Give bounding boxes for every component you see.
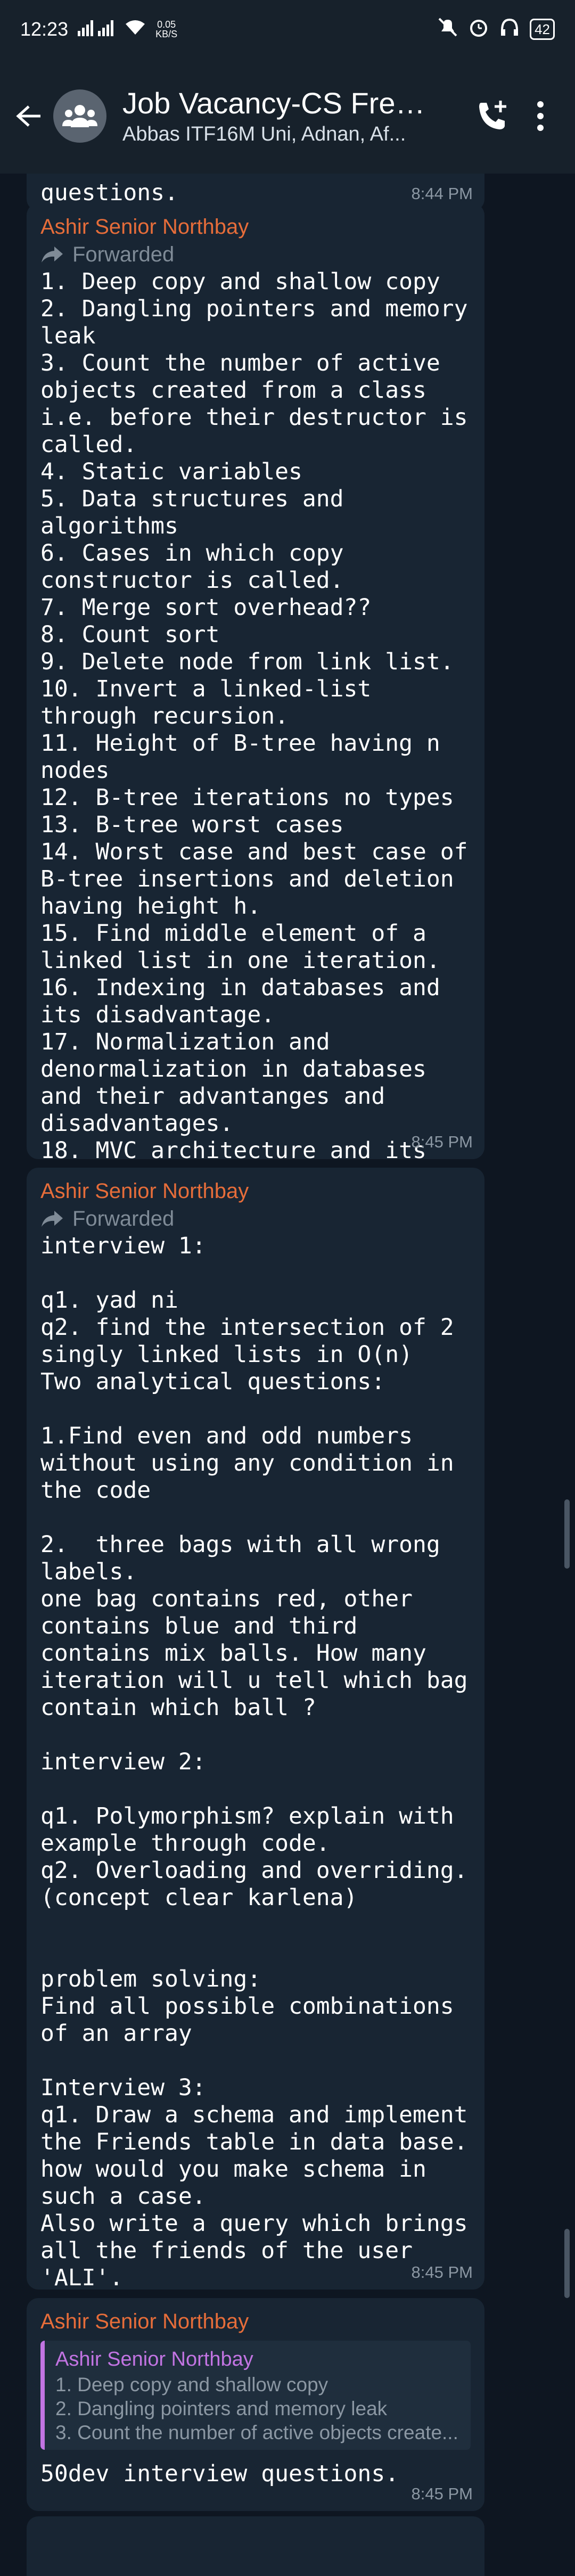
message-time: 8:45 PM — [411, 1133, 473, 1151]
signal-icon — [78, 18, 115, 41]
forwarded-text: Forwarded — [72, 1207, 175, 1230]
reply-accent-bar — [40, 2341, 45, 2450]
reply-line: 3. Count the number of active objects cr… — [55, 2422, 458, 2443]
reply-line: 2. Dangling pointers and memory leak — [55, 2398, 388, 2419]
chat-title-block[interactable]: Job Vacancy-CS Fres... Abbas ITF16M Uni,… — [122, 85, 469, 147]
forwarded-text: Forwarded — [72, 243, 175, 266]
scrollbar-thumb[interactable] — [564, 2229, 570, 2298]
reply-preview[interactable]: Ashir Senior Northbay 1. Deep copy and s… — [40, 2341, 471, 2450]
message-time: 8:44 PM — [411, 184, 473, 203]
more-options-button[interactable] — [516, 92, 564, 140]
status-right: 42 — [437, 17, 555, 43]
status-time: 12:23 — [20, 18, 69, 40]
arrow-left-icon — [16, 105, 40, 127]
forwarded-label: Forwarded — [40, 241, 471, 268]
reply-body: Ashir Senior Northbay 1. Deep copy and s… — [45, 2341, 469, 2450]
chat-header: Job Vacancy-CS Fres... Abbas ITF16M Uni,… — [0, 59, 575, 174]
group-avatar[interactable] — [53, 89, 106, 143]
message-bubble[interactable] — [27, 2516, 484, 2576]
forward-icon — [42, 247, 63, 262]
forward-icon — [42, 1211, 63, 1227]
message-sender[interactable]: Ashir Senior Northbay — [40, 2308, 471, 2335]
chat-title: Job Vacancy-CS Fres... — [122, 86, 426, 120]
headphones-icon — [499, 17, 520, 43]
reply-line: 1. Deep copy and shallow copy — [55, 2374, 328, 2395]
message-text: interview 1: q1. yad ni q2. find the int… — [40, 1233, 468, 2481]
message-bubble[interactable]: Ashir Senior Northbay Forwarded 1. Deep … — [27, 203, 484, 1463]
status-left: 12:23 0.05 KB/S — [20, 18, 177, 41]
message-time: 8:45 PM — [411, 2263, 473, 2282]
message-bubble[interactable]: Ashir Senior Northbay Forwarded intervie… — [27, 1168, 484, 2481]
back-button[interactable] — [11, 97, 48, 135]
message-text: A candidate's Devsinc interview question… — [40, 174, 468, 206]
message-bubble[interactable]: Ashir Senior Northbay Ashir Senior North… — [27, 2298, 484, 2511]
group-icon — [62, 105, 97, 127]
status-bar: 12:23 0.05 KB/S 42 — [0, 0, 575, 59]
reply-sender: Ashir Senior Northbay — [55, 2348, 253, 2370]
battery-icon: 42 — [530, 19, 555, 40]
network-speed-unit: KB/S — [155, 29, 178, 39]
network-speed-value: 0.05 — [157, 19, 176, 30]
alarm-icon — [468, 17, 489, 43]
message-sender[interactable]: Ashir Senior Northbay — [40, 1177, 471, 1205]
forwarded-label: Forwarded — [40, 1205, 471, 1233]
mute-icon — [437, 17, 458, 43]
message-sender[interactable]: Ashir Senior Northbay — [40, 213, 471, 241]
chat-members: Abbas ITF16M Uni, Adnan, Af... — [122, 123, 406, 145]
wifi-icon — [125, 18, 146, 40]
network-speed: 0.05 KB/S — [155, 20, 177, 39]
phone-plus-icon — [479, 101, 506, 129]
add-call-button[interactable] — [469, 92, 516, 140]
scrollbar-thumb[interactable] — [564, 1499, 570, 1569]
message-time: 8:45 PM — [411, 2484, 473, 2503]
message-text: 50dev interview questions. — [40, 2460, 399, 2487]
more-vertical-icon — [537, 101, 544, 131]
message-list[interactable]: A candidate's Devsinc interview question… — [0, 174, 575, 2576]
